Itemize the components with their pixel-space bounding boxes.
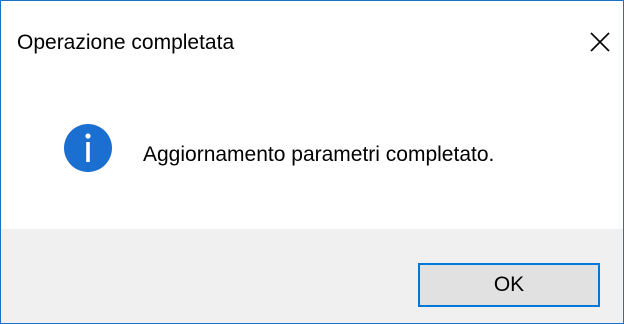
dialog-content: Aggiornamento parametri completato.: [1, 85, 623, 229]
ok-button[interactable]: OK: [418, 263, 600, 307]
message-dialog: Operazione completata Aggiornamento para…: [0, 0, 624, 324]
close-icon: [590, 32, 610, 52]
dialog-message: Aggiornamento parametri completato.: [143, 143, 495, 166]
title-bar: Operazione completata: [1, 1, 623, 85]
dialog-title: Operazione completata: [17, 31, 235, 54]
button-bar: OK: [1, 229, 623, 323]
close-button[interactable]: [577, 19, 623, 65]
info-icon: [64, 124, 112, 172]
